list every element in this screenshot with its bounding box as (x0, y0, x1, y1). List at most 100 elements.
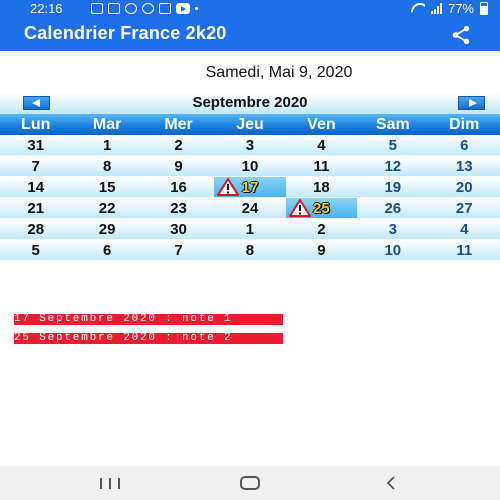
next-month-button[interactable] (458, 96, 485, 110)
day-cell[interactable]: 6 (429, 135, 500, 155)
day-number: 3 (245, 137, 255, 154)
calendar-grid: 31 1 2 3 4 5 6 7 8 9 10 11 12 13 14 15 16 17 18 19 20 21 22 23 2… (0, 135, 500, 261)
calendar: Septembre 2020 Lun Mar Mer Jeu Ven Sam Dim 31 1… (0, 93, 500, 261)
day-cell[interactable]: 20 (429, 177, 500, 197)
day-number: 9 (174, 158, 183, 175)
day-number: 18 (313, 179, 330, 196)
day-cell[interactable]: 1 (214, 219, 285, 239)
weekday-label: Sam (375, 116, 410, 133)
week-row: 31 1 2 3 4 5 6 (0, 135, 500, 156)
day-cell[interactable]: 8 (71, 156, 142, 176)
day-number: 6 (102, 242, 112, 259)
day-cell[interactable]: 1 (71, 135, 142, 155)
day-cell[interactable]: 21 (0, 198, 71, 218)
day-number: 2 (317, 221, 326, 238)
day-cell[interactable]: 27 (429, 198, 500, 218)
weekday-label: Mer (164, 116, 193, 133)
share-icon[interactable] (450, 24, 472, 46)
day-cell[interactable]: 15 (71, 177, 142, 197)
app-title: Calendrier France 2k20 (24, 23, 227, 43)
day-cell[interactable]: 18 (286, 177, 357, 197)
day-cell[interactable]: 23 (143, 198, 214, 218)
day-cell[interactable]: 12 (357, 156, 428, 176)
day-cell[interactable]: 2 (286, 219, 357, 239)
day-number: 4 (317, 137, 326, 154)
day-cell[interactable]: 16 (143, 177, 214, 197)
day-number: 21 (27, 200, 45, 217)
day-number: 2 (174, 137, 183, 154)
day-number: 9 (317, 242, 326, 259)
day-cell[interactable]: 9 (143, 156, 214, 176)
day-cell[interactable]: 11 (429, 240, 500, 260)
day-number: 5 (31, 242, 40, 259)
day-number: 4 (460, 221, 469, 238)
home-icon[interactable] (240, 476, 260, 490)
instagram-icon (125, 3, 137, 14)
day-number: 10 (384, 242, 402, 259)
day-cell[interactable]: 26 (357, 198, 428, 218)
day-cell[interactable]: 4 (429, 219, 500, 239)
recent-apps-icon[interactable] (100, 478, 120, 489)
notification-icons (91, 3, 198, 14)
notes-list: 17 Septembre 2020 : note 1 25 Septembre 2… (14, 314, 283, 352)
status-bar: 22:16 77% (0, 0, 500, 18)
day-cell[interactable]: 24 (214, 198, 285, 218)
day-cell[interactable]: 5 (357, 135, 428, 155)
day-cell[interactable]: 8 (214, 240, 285, 260)
note-item[interactable]: 25 Septembre 2020 : note 2 (14, 333, 283, 344)
day-cell[interactable]: 9 (286, 240, 357, 260)
day-number: 27 (455, 200, 473, 217)
month-label: Septembre 2020 (192, 94, 308, 111)
day-cell[interactable]: 28 (0, 219, 71, 239)
day-number: 11 (456, 242, 473, 259)
week-row: 14 15 16 17 18 19 20 (0, 177, 500, 198)
battery-percent: 77% (447, 1, 474, 16)
day-cell[interactable]: 4 (286, 135, 357, 155)
day-number: 28 (27, 221, 45, 238)
day-cell[interactable]: 7 (0, 156, 71, 176)
day-number: 20 (455, 179, 473, 196)
day-cell[interactable]: 3 (214, 135, 285, 155)
day-cell[interactable]: 7 (143, 240, 214, 260)
day-cell[interactable]: 19 (357, 177, 428, 197)
day-cell[interactable]: 29 (71, 219, 142, 239)
day-number: 29 (98, 221, 116, 238)
day-number: 1 (245, 221, 255, 238)
day-cell[interactable]: 5 (0, 240, 71, 260)
day-cell[interactable]: 11 (286, 156, 357, 176)
day-number: 13 (455, 158, 473, 175)
weekday-label: Mar (92, 116, 122, 133)
app-notification-icon (108, 3, 120, 14)
day-cell[interactable]: 2 (143, 135, 214, 155)
day-number: 24 (241, 200, 259, 217)
day-cell[interactable]: 17 (214, 177, 286, 197)
day-cell[interactable]: 30 (143, 219, 214, 239)
day-number: 7 (31, 158, 40, 175)
day-number: 6 (460, 137, 469, 154)
day-cell[interactable]: 13 (429, 156, 500, 176)
youtube-icon (176, 3, 190, 14)
gallery-icon (159, 3, 171, 14)
note-item[interactable]: 17 Septembre 2020 : note 1 (14, 314, 283, 325)
day-cell[interactable]: 22 (71, 198, 142, 218)
day-cell[interactable]: 10 (214, 156, 285, 176)
wifi-icon (411, 3, 425, 14)
day-cell[interactable]: 6 (71, 240, 142, 260)
month-navigation: Septembre 2020 (0, 93, 500, 114)
back-icon[interactable] (384, 475, 398, 491)
week-row: 21 22 23 24 25 26 27 (0, 198, 500, 219)
weekday-header: Lun Mar Mer Jeu Ven Sam Dim (0, 114, 500, 135)
week-row: 5 6 7 8 9 10 11 (0, 240, 500, 261)
weekday-label: Lun (21, 116, 51, 133)
more-notifications-icon (195, 7, 198, 10)
day-number: 10 (241, 158, 259, 175)
day-cell[interactable]: 10 (357, 240, 428, 260)
day-cell[interactable]: 25 (285, 198, 358, 218)
day-cell[interactable]: 3 (357, 219, 428, 239)
day-cell[interactable]: 14 (0, 177, 71, 197)
day-number: 31 (27, 137, 45, 154)
day-number: 12 (384, 158, 402, 175)
day-number: 25 (313, 200, 330, 217)
day-cell[interactable]: 31 (0, 135, 71, 155)
app-bar: Calendrier France 2k20 (0, 18, 500, 51)
